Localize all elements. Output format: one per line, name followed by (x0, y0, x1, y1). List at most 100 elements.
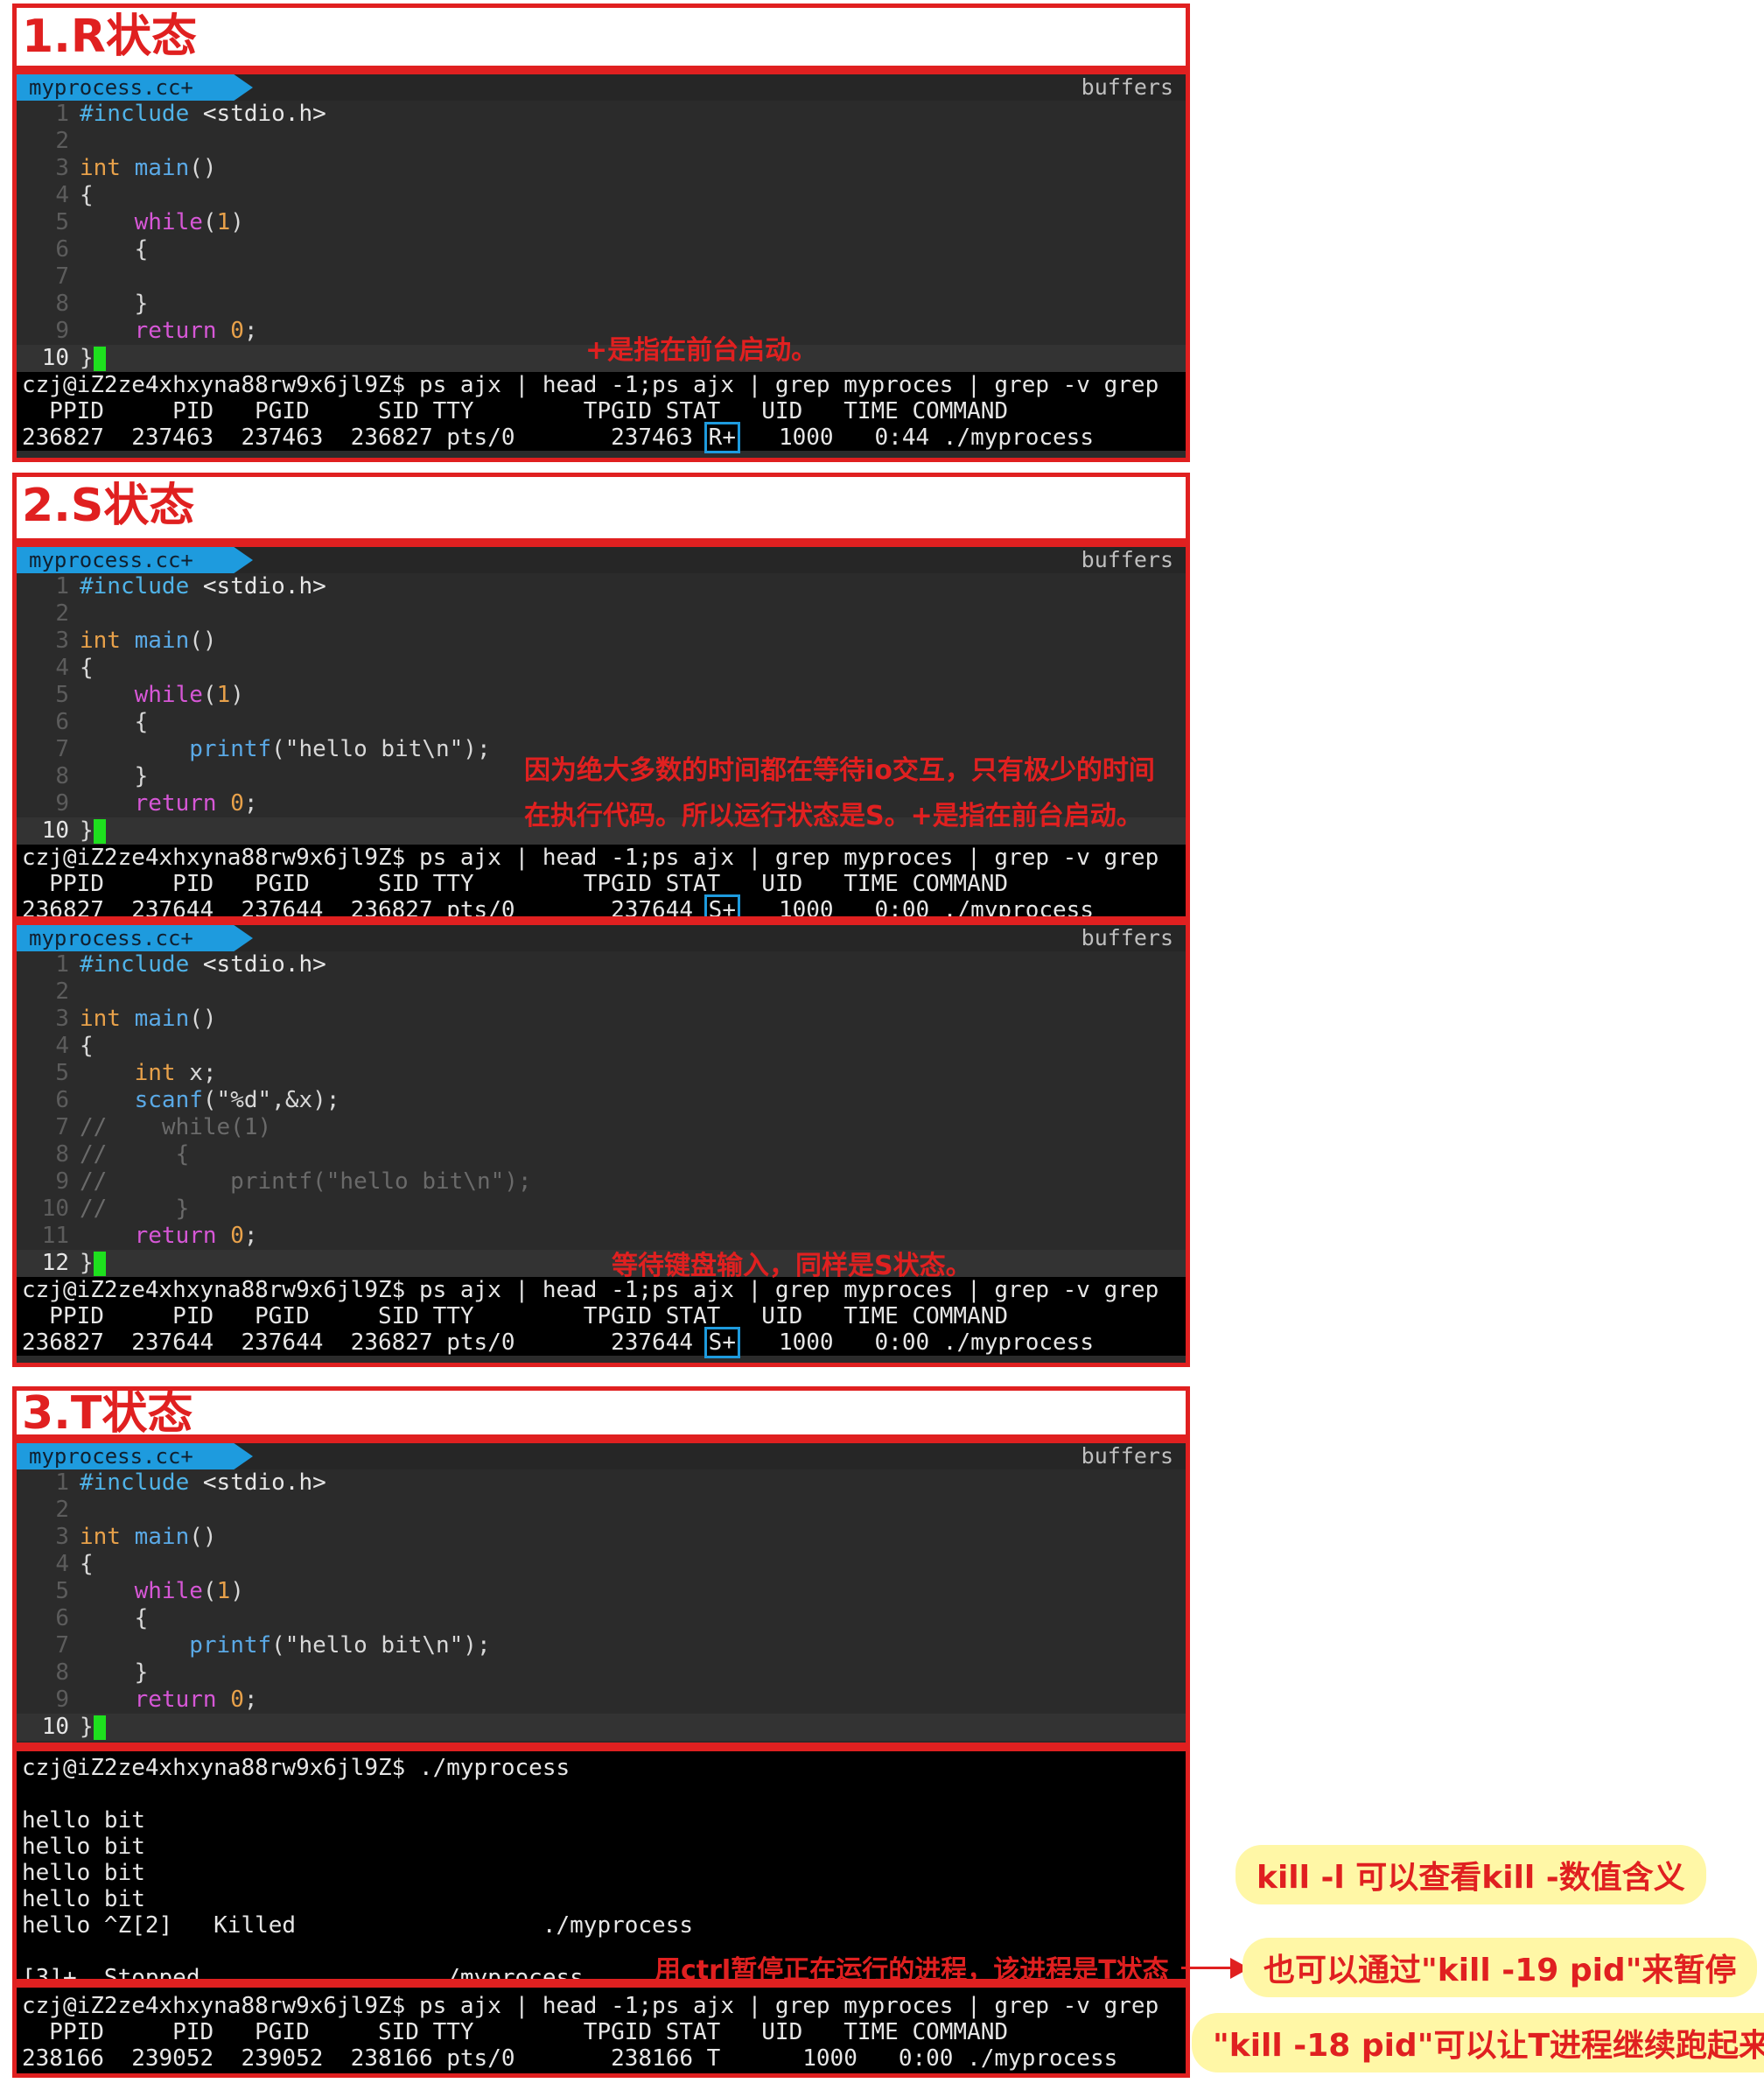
terminal-output-line: hello bit (22, 1886, 145, 1912)
buffer-tab[interactable]: myprocess.cc+ (17, 74, 253, 101)
section-t-panel-ps: czj@iZ2ze4xhxyna88rw9x6jl9Z$ ps ajx | he… (12, 1983, 1190, 2078)
buffers-label: buffers (1081, 547, 1173, 572)
ps-row-post: 1000 0:00 ./myprocess (737, 1329, 1094, 1356)
code-line[interactable]: 3 int main() (17, 155, 1186, 182)
code-text: // printf("hello bit\n"); (80, 1168, 532, 1195)
code-text: { (80, 182, 94, 208)
code-line[interactable]: 10} (17, 1714, 1186, 1741)
line-number: 7 (55, 1114, 69, 1140)
text-cursor (93, 1251, 106, 1276)
code-line[interactable]: 5 while(1) (17, 209, 1186, 236)
section-r-title: 1.R状态 (12, 4, 1190, 70)
code-line[interactable]: 2 (17, 978, 1186, 1006)
code-line[interactable]: 1 #include <stdio.h> (17, 1469, 1186, 1497)
terminal-t: czj@iZ2ze4xhxyna88rw9x6jl9Z$ ps ajx | he… (17, 1988, 1186, 2072)
section-s-panel-b: myprocess.cc+ buffers 1 #include <stdio.h… (12, 921, 1190, 1367)
code-line[interactable]: 2 (17, 1497, 1186, 1524)
code-line[interactable]: 4{ (17, 182, 1186, 209)
code-line[interactable]: 12} (17, 1250, 1186, 1277)
code-line[interactable]: 7 (17, 263, 1186, 291)
code-text: int main() (80, 1524, 217, 1550)
buffer-tab[interactable]: myprocess.cc+ (17, 1443, 253, 1469)
code-line[interactable]: 1 #include <stdio.h> (17, 951, 1186, 978)
line-number: 9 (55, 1687, 69, 1713)
code-line[interactable]: 7 printf("hello bit\n"); (17, 1632, 1186, 1659)
code-line[interactable]: 3 int main() (17, 1006, 1186, 1033)
line-number: 2 (55, 978, 69, 1005)
editor-s-b: myprocess.cc+ buffers 1 #include <stdio.h… (17, 925, 1186, 1277)
line-number: 6 (55, 1605, 69, 1631)
line-number: 5 (55, 682, 69, 708)
code-line[interactable]: 6 { (17, 709, 1186, 736)
ps-row: 238166 239052 239052 238166 pts/0 238166… (22, 2045, 1118, 2072)
buffer-tab[interactable]: myprocess.cc+ (17, 547, 253, 573)
line-number: 3 (55, 628, 69, 654)
code-line[interactable]: 10 // } (17, 1196, 1186, 1223)
code-line[interactable]: 6 scanf("%d",&x); (17, 1087, 1186, 1114)
code-text: while(1) (134, 209, 244, 235)
code-line[interactable]: 1 #include <stdio.h> (17, 573, 1186, 600)
code-line[interactable]: 6 { (17, 236, 1186, 263)
code-text: #include <stdio.h> (80, 101, 326, 127)
terminal-output-line: hello bit (22, 1807, 145, 1834)
code-line[interactable]: 8 } (17, 291, 1186, 318)
code-line[interactable]: 5 while(1) (17, 682, 1186, 709)
code-line[interactable]: 3 int main() (17, 1524, 1186, 1551)
code-text: } (80, 1250, 94, 1276)
code-text: int main() (80, 155, 217, 181)
line-number: 3 (55, 1524, 69, 1550)
line-number: 1 (55, 101, 69, 127)
code-line[interactable]: 4{ (17, 655, 1186, 682)
section-s-title: 2.S状态 (12, 473, 1190, 543)
code-line[interactable]: 8 // { (17, 1141, 1186, 1168)
code-line[interactable]: 9 return 0; (17, 1687, 1186, 1714)
code-line[interactable]: 4{ (17, 1033, 1186, 1060)
code-line[interactable]: 6 { (17, 1605, 1186, 1632)
code-text: { (80, 655, 94, 681)
code-line[interactable]: 5 while(1) (17, 1578, 1186, 1605)
code-line[interactable]: 2 (17, 600, 1186, 628)
ps-header: PPID PID PGID SID TTY TPGID STAT UID TIM… (22, 2019, 1009, 2045)
line-number: 5 (55, 1060, 69, 1086)
code-line[interactable]: 4{ (17, 1551, 1186, 1578)
line-number: 1 (55, 951, 69, 978)
vim-tabline: myprocess.cc+ buffers (17, 547, 1186, 573)
line-number: 6 (55, 709, 69, 735)
code-line[interactable]: 7 // while(1) (17, 1114, 1186, 1141)
buffers-label: buffers (1081, 1443, 1173, 1469)
terminal-s-a: czj@iZ2ze4xhxyna88rw9x6jl9Z$ ps ajx | he… (17, 845, 1186, 916)
note-kill-18: "kill -18 pid"可以让T进程继续跑起来 (1192, 2013, 1764, 2072)
line-number: 4 (55, 182, 69, 208)
buffer-tab[interactable]: myprocess.cc+ (17, 925, 253, 951)
line-number: 8 (55, 291, 69, 317)
line-number: 6 (55, 1087, 69, 1113)
code-area[interactable]: 1 #include <stdio.h> 2 3 int main() 4{5 int x… (17, 951, 1186, 1277)
code-line[interactable]: 8 } (17, 1659, 1186, 1687)
section-t-panel-editor: myprocess.cc+ buffers 1 #include <stdio.h… (12, 1439, 1190, 1747)
ps-header: PPID PID PGID SID TTY TPGID STAT UID TIM… (22, 1303, 1009, 1329)
section-s-panel-a: myprocess.cc+ buffers 1 #include <stdio.h… (12, 543, 1190, 921)
code-line[interactable]: 1 #include <stdio.h> (17, 101, 1186, 128)
code-line[interactable]: 3 int main() (17, 628, 1186, 655)
code-line[interactable]: 2 (17, 128, 1186, 155)
text-cursor (93, 818, 106, 844)
code-line[interactable]: 11 return 0; (17, 1223, 1186, 1250)
code-text: { (80, 1551, 94, 1577)
line-number: 11 (41, 1223, 69, 1249)
code-line[interactable]: 9 // printf("hello bit\n"); (17, 1168, 1186, 1196)
line-number: 9 (55, 1168, 69, 1195)
code-text: int x; (134, 1060, 217, 1086)
ps-row: 236827 237644 237644 236827 pts/0 237644… (17, 1327, 1186, 1358)
code-line[interactable]: 5 int x; (17, 1060, 1186, 1087)
code-text: } (80, 1714, 94, 1740)
vim-tabline: myprocess.cc+ buffers (17, 1443, 1186, 1469)
annotation-r: +是指在前台启动。 (585, 335, 818, 366)
line-number: 12 (41, 1250, 69, 1276)
annotation-line-2: 在执行代码。所以运行状态是S。+是指在前台启动。 (524, 801, 1143, 831)
stat-value: S+ (704, 894, 741, 916)
code-area[interactable]: 1 #include <stdio.h> 2 3 int main() 4{5 while… (17, 1469, 1186, 1741)
line-number: 3 (55, 155, 69, 181)
arrow-line (1181, 1967, 1234, 1969)
terminal-command: czj@iZ2ze4xhxyna88rw9x6jl9Z$ ps ajx | he… (22, 1277, 1159, 1303)
